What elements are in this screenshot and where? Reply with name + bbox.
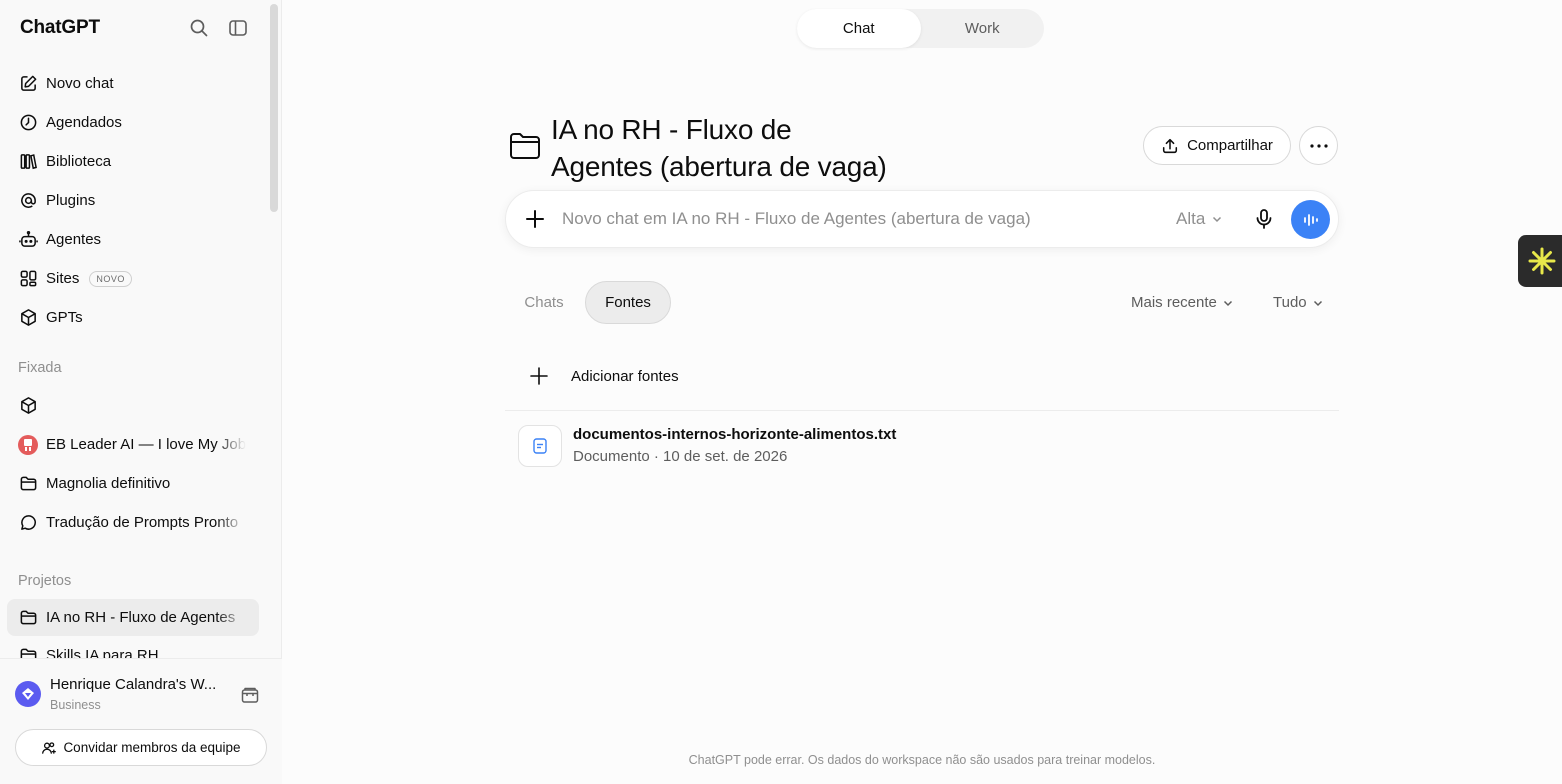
folder-icon <box>18 474 38 494</box>
sidebar-item-label: Biblioteca <box>46 153 112 170</box>
sidebar-item-label: Plugins <box>46 192 96 209</box>
project-folder-icon <box>509 132 541 160</box>
model-label: Alta <box>1176 209 1206 228</box>
cube-icon <box>18 396 38 416</box>
divider <box>505 410 1339 411</box>
pinned-item-eb-leader[interactable]: EB Leader AI — I love My Job <box>7 425 259 464</box>
add-sources-button[interactable]: Adicionar fontes <box>505 352 1339 400</box>
project-item-skills[interactable]: Skills IA para RH <box>7 636 259 658</box>
projects-section-label: Projetos <box>18 573 72 589</box>
sidebar-item-label: Agendados <box>46 114 122 131</box>
upload-icon <box>1161 137 1179 155</box>
projects-list: IA no RH - Fluxo de Agentes Skills IA pa… <box>7 599 259 658</box>
file-name: documentos-internos-horizonte-alimentos.… <box>573 426 897 443</box>
sidebar-item-gpts[interactable]: GPTs <box>7 298 259 337</box>
edit-icon <box>18 74 38 94</box>
pinned-item-label: Magnolia definitivo <box>46 475 171 492</box>
tab-chats[interactable]: Chats <box>510 281 578 324</box>
pinned-item-magnolia[interactable]: Magnolia definitivo <box>7 464 259 503</box>
workspace-avatar[interactable] <box>15 681 41 707</box>
chevron-down-icon <box>1312 297 1324 309</box>
sidebar-item-agents[interactable]: Agentes <box>7 220 259 259</box>
clock-icon <box>18 113 38 133</box>
project-item-ia-rh[interactable]: IA no RH - Fluxo de Agentes <box>7 599 259 636</box>
scope-label: Tudo <box>1273 294 1307 311</box>
file-meta: Documento · 10 de set. de 2026 <box>573 448 788 465</box>
composer-input[interactable] <box>562 206 1152 232</box>
sidebar-toggle-icon[interactable] <box>226 16 250 40</box>
add-users-icon <box>41 740 57 756</box>
share-button[interactable]: Compartilhar <box>1143 126 1291 165</box>
pinned-item-translation[interactable]: Tradução de Prompts Pronto <box>7 503 259 542</box>
model-selector[interactable]: Alta <box>1176 209 1223 229</box>
tab-fontes[interactable]: Fontes <box>585 281 671 324</box>
brand-logo[interactable]: ChatGPT <box>20 17 100 39</box>
sidebar-item-label: Agentes <box>46 231 102 248</box>
more-options-button[interactable] <box>1299 126 1338 165</box>
list-item[interactable]: documentos-internos-horizonte-alimentos.… <box>505 420 1339 476</box>
microphone-icon[interactable] <box>1252 207 1276 231</box>
library-icon <box>18 152 38 172</box>
grid-icon <box>18 269 38 289</box>
extension-button[interactable] <box>1518 235 1562 287</box>
sidebar-item-plugins[interactable]: Plugins <box>7 181 259 220</box>
workspace-name[interactable]: Henrique Calandra's W... <box>50 676 228 693</box>
sidebar-item-new-chat[interactable]: Novo chat <box>7 64 259 103</box>
sidebar-footer: Henrique Calandra's W... Business Convid… <box>0 658 282 784</box>
sidebar-item-label: GPTs <box>46 309 83 326</box>
scope-dropdown[interactable]: Tudo <box>1273 294 1324 311</box>
avatar-icon <box>18 434 38 455</box>
project-title[interactable]: IA no RH - Fluxo de Agentes (abertura de… <box>551 111 951 185</box>
sidebar-item-sites[interactable]: Sites NOVO <box>7 259 259 298</box>
document-icon <box>518 425 562 467</box>
sidebar-nav: Novo chat Agendados Biblioteca Plugins A… <box>7 64 259 337</box>
pinned-item-gpt[interactable] <box>7 386 259 425</box>
folder-icon <box>18 646 38 658</box>
more-dots-icon <box>1309 143 1328 148</box>
project-title-line1: IA no RH - Fluxo de <box>551 114 792 145</box>
share-label: Compartilhar <box>1187 137 1273 154</box>
sort-dropdown[interactable]: Mais recente <box>1131 294 1234 311</box>
sidebar-item-label: Sites <box>46 270 80 287</box>
waveform-icon <box>1303 213 1318 226</box>
invite-members-label: Convidar membros da equipe <box>63 740 241 755</box>
toggle-chat[interactable]: Chat <box>797 9 921 48</box>
workspace-settings-icon[interactable] <box>240 685 260 705</box>
pinned-list: EB Leader AI — I love My Job Magnolia de… <box>7 386 259 542</box>
sidebar-header: ChatGPT <box>0 0 282 56</box>
at-sign-icon <box>18 191 38 211</box>
chevron-down-icon <box>1222 297 1234 309</box>
toggle-work[interactable]: Work <box>921 9 1045 48</box>
robot-icon <box>18 230 38 250</box>
mode-toggle: Chat Work <box>797 9 1044 48</box>
pinned-item-label: EB Leader AI — I love My Job <box>46 436 246 453</box>
composer: Alta <box>505 190 1339 248</box>
sort-label: Mais recente <box>1131 294 1217 311</box>
plus-icon <box>529 366 549 386</box>
disclaimer-text: ChatGPT pode errar. Os dados do workspac… <box>688 753 1156 767</box>
cube-icon <box>18 308 38 328</box>
workspace-plan: Business <box>50 698 101 712</box>
asterisk-icon <box>1528 247 1556 275</box>
sidebar: ChatGPT Novo chat Agendados Biblioteca P… <box>0 0 282 784</box>
project-item-label: IA no RH - Fluxo de Agentes <box>46 609 236 626</box>
voice-mode-button[interactable] <box>1291 200 1330 239</box>
project-title-line2: Agentes (abertura de vaga) <box>551 151 887 182</box>
folder-icon <box>18 608 38 628</box>
chat-bubble-icon <box>18 513 38 533</box>
sidebar-item-library[interactable]: Biblioteca <box>7 142 259 181</box>
plus-icon[interactable] <box>524 208 546 230</box>
invite-members-button[interactable]: Convidar membros da equipe <box>15 729 267 766</box>
sidebar-item-label: Novo chat <box>46 75 114 92</box>
project-item-label: Skills IA para RH <box>46 647 159 658</box>
chevron-down-icon <box>1211 213 1223 225</box>
pinned-section-label: Fixada <box>18 360 62 376</box>
new-badge: NOVO <box>89 270 132 287</box>
search-icon[interactable] <box>187 16 211 40</box>
pinned-item-label: Tradução de Prompts Pronto <box>46 514 239 531</box>
add-sources-label: Adicionar fontes <box>571 367 679 385</box>
sidebar-item-scheduled[interactable]: Agendados <box>7 103 259 142</box>
